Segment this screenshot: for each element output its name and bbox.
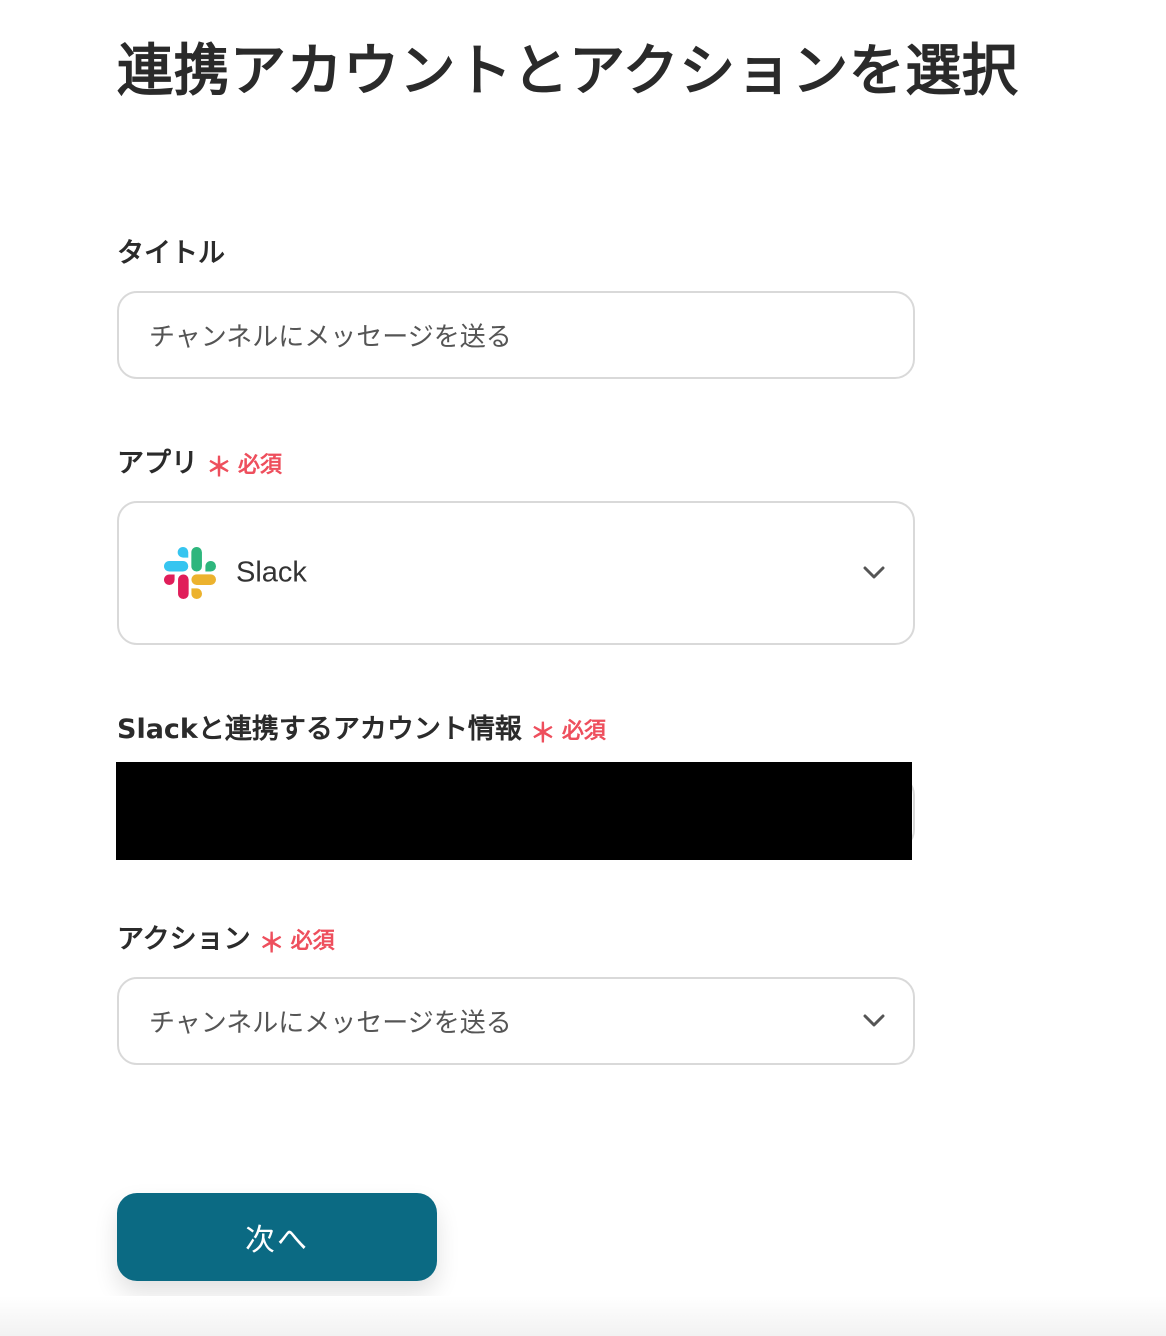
title-input-value: チャンネルにメッセージを送る bbox=[149, 322, 512, 353]
title-field-label: タイトル bbox=[117, 236, 225, 272]
required-asterisk-icon: ＊ bbox=[529, 719, 556, 749]
account-label-text: Slackと連携するアカウント情報 bbox=[117, 714, 522, 745]
app-select-value: Slack bbox=[236, 556, 307, 589]
chevron-down-icon bbox=[863, 566, 885, 579]
required-text: 必須 bbox=[238, 453, 283, 478]
bottom-fade bbox=[0, 1296, 1166, 1336]
account-field-label: Slackと連携するアカウント情報 ＊ 必須 bbox=[117, 712, 606, 750]
page-title: 連携アカウントとアクションを選択 bbox=[117, 39, 1019, 104]
app-select[interactable]: Slack bbox=[117, 501, 915, 645]
account-required-badge: ＊ 必須 bbox=[530, 712, 606, 750]
next-button[interactable]: 次へ bbox=[117, 1193, 437, 1281]
required-asterisk-icon: ＊ bbox=[258, 929, 285, 959]
required-text: 必須 bbox=[561, 719, 606, 744]
app-field-label: アプリ ＊ 必須 bbox=[117, 446, 282, 484]
required-asterisk-icon: ＊ bbox=[206, 453, 233, 483]
action-select[interactable]: チャンネルにメッセージを送る bbox=[117, 977, 915, 1065]
slack-logo-icon bbox=[164, 547, 216, 599]
title-input[interactable]: チャンネルにメッセージを送る bbox=[117, 291, 915, 379]
required-text: 必須 bbox=[290, 929, 335, 954]
title-label-text: タイトル bbox=[117, 238, 225, 269]
redacted-account-info bbox=[116, 762, 912, 860]
app-required-badge: ＊ 必須 bbox=[206, 446, 282, 484]
action-select-value: チャンネルにメッセージを送る bbox=[149, 1008, 512, 1039]
action-label-text: アクション bbox=[117, 924, 251, 955]
app-label-text: アプリ bbox=[117, 448, 198, 479]
action-required-badge: ＊ 必須 bbox=[259, 922, 335, 960]
chevron-down-icon bbox=[863, 1014, 885, 1027]
action-field-label: アクション ＊ 必須 bbox=[117, 922, 335, 960]
